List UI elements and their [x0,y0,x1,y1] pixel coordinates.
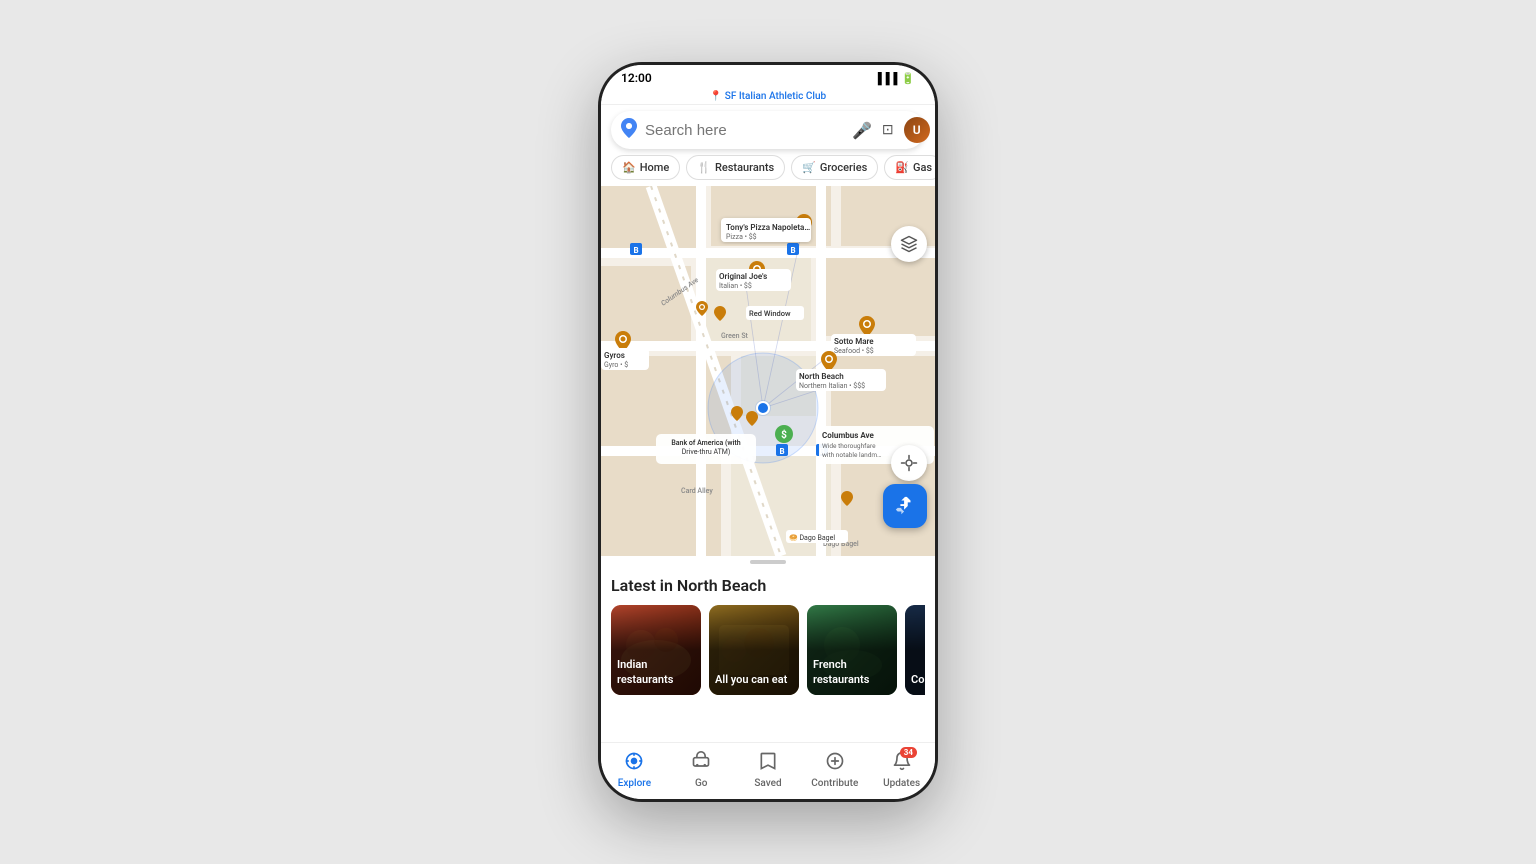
search-bar[interactable]: 🎤 ⊡ U [611,111,925,149]
svg-text:Italian • $$: Italian • $$ [719,282,752,290]
svg-text:Columbus Ave: Columbus Ave [822,431,875,440]
saved-icon [758,751,778,776]
tab-home[interactable]: 🏠 Home [611,155,680,180]
card-cocktail-overlay: Co… sh… [905,605,925,695]
latest-title: Latest in North Beach [611,576,925,595]
svg-text:Seafood • $$: Seafood • $$ [834,347,874,355]
tab-gas[interactable]: ⛽ Gas [884,155,935,180]
status-icons: ▐▐▐ 🔋 [874,72,915,85]
svg-text:North Beach: North Beach [799,372,844,381]
card-french-overlay: French restaurants [807,605,897,695]
latest-section: Latest in North Beach Indian restaurants [601,564,935,707]
lens-icon[interactable]: ⊡ [882,122,894,138]
nav-contribute-label: Contribute [811,778,858,789]
bottom-nav: Explore Go Saved [601,742,935,799]
card-indian-overlay: Indian restaurants [611,605,701,695]
svg-text:Northern Italian • $$$: Northern Italian • $$$ [799,382,865,390]
svg-text:Green St: Green St [721,332,749,340]
card-cocktail-label: Co… sh… [911,673,925,687]
search-input[interactable] [645,122,844,139]
svg-text:🥯 Dago Bagel: 🥯 Dago Bagel [789,534,835,542]
nav-explore-label: Explore [618,778,651,789]
tab-restaurants[interactable]: 🍴 Restaurants [686,155,785,180]
status-bar: 12:00 ▐▐▐ 🔋 [601,65,935,89]
updates-badge: 34 [900,747,917,758]
card-indian[interactable]: Indian restaurants [611,605,701,695]
nav-saved-label: Saved [754,778,781,789]
map-background: Columbus Ave Green St Card Alley Dago Ba… [601,186,935,556]
card-french[interactable]: French restaurants [807,605,897,695]
map-link-bar[interactable]: 📍 SF Italian Athletic Club [601,89,935,105]
cards-row: Indian restaurants All you can eat [611,605,925,695]
svg-text:Pizza • $$: Pizza • $$ [726,233,757,241]
go-icon [691,751,711,776]
tab-groceries[interactable]: 🛒 Groceries [791,155,878,180]
time: 12:00 [621,71,652,85]
directions-button[interactable] [883,484,927,528]
svg-text:Gyro • $: Gyro • $ [604,361,628,369]
svg-text:Card Alley: Card Alley [681,487,713,495]
svg-text:Original Joe's: Original Joe's [719,272,767,281]
avatar[interactable]: U [904,117,930,143]
home-icon: 🏠 [622,161,636,174]
svg-text:B: B [779,447,784,456]
nav-updates-label: Updates [883,778,920,789]
category-tabs: 🏠 Home 🍴 Restaurants 🛒 Groceries ⛽ Gas [601,155,935,186]
tab-groceries-label: Groceries [820,161,867,174]
svg-text:$: $ [781,428,787,441]
card-allyoucaneat-label: All you can eat [715,673,787,687]
svg-text:Wide thoroughfare: Wide thoroughfare [822,442,876,450]
svg-text:B: B [790,246,795,255]
tab-gas-label: Gas [913,161,932,174]
mic-icon[interactable]: 🎤 [852,121,872,140]
battery-icon: 🔋 [901,72,915,85]
explore-icon [624,751,644,776]
card-allyoucaneat-overlay: All you can eat [709,605,799,695]
contribute-icon [825,751,845,776]
locate-me-button[interactable] [891,445,927,481]
nav-updates[interactable]: 34 Updates [868,747,935,793]
nav-go-label: Go [695,778,708,789]
nav-go[interactable]: Go [668,747,735,793]
groceries-icon: 🛒 [802,161,816,174]
tab-restaurants-label: Restaurants [715,161,774,174]
svg-text:with notable landm…: with notable landm… [822,451,881,459]
svg-text:Sotto Mare: Sotto Mare [834,337,874,346]
svg-text:Red Window: Red Window [749,309,791,318]
card-cocktail[interactable]: Co… sh… [905,605,925,695]
tab-home-label: Home [640,161,670,174]
card-allyoucaneat[interactable]: All you can eat [709,605,799,695]
card-indian-label: Indian restaurants [617,658,695,687]
map-container[interactable]: Columbus Ave Green St Card Alley Dago Ba… [601,186,935,556]
gas-icon: ⛽ [895,161,909,174]
card-french-label: French restaurants [813,658,891,687]
svg-text:Tony's Pizza Napoleta…: Tony's Pizza Napoleta… [726,223,810,232]
svg-text:Drive-thru ATM): Drive-thru ATM) [682,448,731,456]
maps-pin-icon [621,118,637,143]
svg-text:Bank of America (with: Bank of America (with [671,439,740,447]
signal-icon: ▐▐▐ [874,72,897,85]
link-icon: 📍 [710,91,725,102]
nav-saved[interactable]: Saved [735,747,802,793]
nav-explore[interactable]: Explore [601,747,668,793]
layers-button[interactable] [891,226,927,262]
nav-contribute[interactable]: Contribute [801,747,868,793]
svg-text:Gyros: Gyros [604,351,625,360]
search-action-icons: 🎤 ⊡ U [852,117,930,143]
phone-frame: 12:00 ▐▐▐ 🔋 📍 SF Italian Athletic Club 🎤… [598,62,938,802]
restaurants-icon: 🍴 [697,161,711,174]
link-text: SF Italian Athletic Club [725,91,826,102]
svg-text:B: B [633,246,638,255]
